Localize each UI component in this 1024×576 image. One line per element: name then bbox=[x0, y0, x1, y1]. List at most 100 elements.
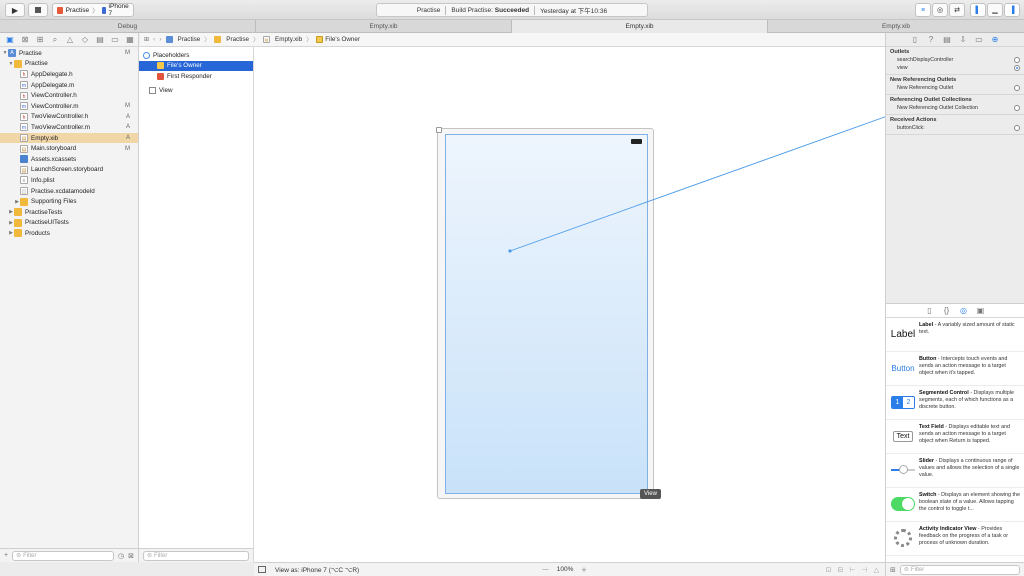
outline-filter-input[interactable]: ⊜ Filter bbox=[143, 550, 249, 561]
tree-item-file[interactable]: Assets.xcassets bbox=[0, 154, 138, 165]
right-panel-icon: ▐ bbox=[1009, 6, 1015, 14]
breadcrumb-group[interactable]: Practise bbox=[214, 36, 249, 43]
stack-icon[interactable]: ⊟ bbox=[838, 566, 844, 574]
report-icon[interactable]: ▦ bbox=[126, 35, 134, 44]
pin-icon[interactable]: ⊣ bbox=[862, 566, 868, 574]
device-frame[interactable] bbox=[436, 127, 654, 499]
tree-item-group[interactable]: ▶ Supporting Files bbox=[0, 196, 138, 207]
standard-editor-button[interactable]: ≡ bbox=[915, 3, 931, 17]
breadcrumb-object[interactable]: File's Owner bbox=[316, 36, 360, 43]
resolve-icon[interactable]: △ bbox=[874, 566, 879, 574]
library-filter-input[interactable]: ⊜ Filter bbox=[899, 564, 1020, 575]
assistant-editor-button[interactable]: ◎ bbox=[932, 3, 948, 17]
outline-placeholders[interactable]: Placeholders bbox=[139, 50, 253, 61]
connections-icon[interactable]: ⊕ bbox=[991, 35, 999, 44]
outline-first-responder[interactable]: First Responder bbox=[139, 71, 253, 82]
library-item-text-field[interactable]: Text Text Field - Displays editable text… bbox=[886, 420, 1024, 454]
modified-files-icon[interactable]: ⊠ bbox=[128, 552, 134, 560]
scheme-selector[interactable]: Practise 〉 iPhone 7 bbox=[52, 3, 134, 17]
tab-empty-xib-2[interactable]: Empty.xib bbox=[512, 20, 768, 33]
zoom-level[interactable]: 100% bbox=[557, 566, 574, 573]
breadcrumb-project[interactable]: Practise bbox=[165, 36, 200, 43]
connection-circle[interactable] bbox=[1014, 105, 1020, 111]
breakpoint-icon[interactable]: ▭ bbox=[111, 35, 119, 44]
symbol-icon[interactable]: ⊞ bbox=[36, 35, 44, 44]
plist-file-icon: ≡ bbox=[20, 176, 28, 185]
tree-item-file[interactable]: ◫ Practise.xcdatamodeld bbox=[0, 186, 138, 197]
library-item-activity-indicator[interactable]: Activity Indicator View - Provides feedb… bbox=[886, 522, 1024, 556]
tree-item-group[interactable]: ▶ Products bbox=[0, 228, 138, 239]
test-icon[interactable]: ◇ bbox=[81, 35, 89, 44]
align-icon[interactable]: ⊢ bbox=[849, 566, 855, 574]
search-icon[interactable]: ⌕ bbox=[51, 35, 59, 44]
tree-item-file[interactable]: m AppDelegate.m bbox=[0, 80, 138, 91]
library-item-label[interactable]: Label Label - A variably sized amount of… bbox=[886, 318, 1024, 352]
related-items-icon[interactable]: ⊞ bbox=[144, 36, 149, 43]
library-item-switch[interactable]: Switch - Displays an element showing the… bbox=[886, 488, 1024, 522]
resize-handle[interactable] bbox=[436, 127, 442, 133]
library-list: Label Label - A variably sized amount of… bbox=[886, 318, 1024, 556]
slider-thumbnail bbox=[890, 458, 916, 482]
size-icon[interactable]: ▭ bbox=[975, 35, 983, 44]
toggle-debug-button[interactable]: ▁ bbox=[987, 3, 1003, 17]
file-template-icon[interactable]: ▯ bbox=[926, 306, 934, 315]
tree-item-file[interactable]: m ViewController.m M bbox=[0, 101, 138, 112]
tree-item-group[interactable]: ▶ PractiseTests bbox=[0, 207, 138, 218]
tree-item-file[interactable]: m TwoViewController.m A bbox=[0, 122, 138, 133]
outline-files-owner[interactable]: File's Owner bbox=[139, 60, 253, 72]
connection-circle[interactable] bbox=[1014, 85, 1020, 91]
add-icon[interactable]: + bbox=[4, 552, 8, 559]
scheme-device: iPhone 7 bbox=[108, 3, 129, 17]
root-view[interactable] bbox=[445, 134, 648, 494]
tree-item-file[interactable]: h ViewController.h bbox=[0, 90, 138, 101]
tree-item-group[interactable]: ▶ PractiseUITests bbox=[0, 218, 138, 229]
stop-button[interactable] bbox=[28, 3, 48, 17]
debug-icon[interactable]: ▤ bbox=[96, 35, 104, 44]
tree-item-project[interactable]: ▼ A Practise M bbox=[0, 48, 138, 59]
code-snippet-icon[interactable]: {} bbox=[943, 306, 951, 315]
navigator-filter-input[interactable]: ⊜ Filter bbox=[12, 550, 115, 561]
connection-circle[interactable] bbox=[1014, 57, 1020, 63]
tab-bar: Debug Empty.xib Empty.xib Empty.xib bbox=[0, 20, 1024, 33]
embed-icon[interactable]: ⊡ bbox=[826, 566, 832, 574]
interface-builder-canvas[interactable]: View bbox=[254, 47, 885, 562]
grid-view-icon[interactable]: ⊞ bbox=[890, 566, 896, 574]
recent-files-icon[interactable]: ◷ bbox=[118, 552, 124, 560]
tab-empty-xib-3[interactable]: Empty.xib bbox=[768, 20, 1024, 33]
folder-icon[interactable]: ▣ bbox=[6, 35, 14, 44]
forward-icon[interactable]: › bbox=[159, 36, 161, 43]
object-library-icon[interactable]: ◎ bbox=[960, 306, 968, 315]
toggle-navigator-button[interactable]: ▌ bbox=[970, 3, 986, 17]
run-button[interactable]: ▶ bbox=[5, 3, 25, 17]
connection-circle-filled[interactable] bbox=[1014, 65, 1020, 71]
library-item-button[interactable]: Button Button - Intercepts touch events … bbox=[886, 352, 1024, 386]
outline-view[interactable]: View bbox=[139, 85, 253, 96]
attributes-icon[interactable]: ⇩ bbox=[959, 35, 967, 44]
file-icon[interactable]: ▯ bbox=[911, 35, 919, 44]
tree-item-file[interactable]: ▤ Main.storyboard M bbox=[0, 143, 138, 154]
source-control-icon[interactable]: ⊠ bbox=[21, 35, 29, 44]
tree-item-file[interactable]: h AppDelegate.h bbox=[0, 69, 138, 80]
tab-empty-xib-1[interactable]: Empty.xib bbox=[256, 20, 512, 33]
warning-icon[interactable]: △ bbox=[66, 35, 74, 44]
toggle-utilities-button[interactable]: ▐ bbox=[1004, 3, 1020, 17]
tree-item-group-practise[interactable]: ▼ Practise bbox=[0, 59, 138, 70]
media-library-icon[interactable]: ▣ bbox=[977, 306, 985, 315]
library-item-segmented-control[interactable]: 1 2 Segmented Control - Displays multipl… bbox=[886, 386, 1024, 420]
tree-item-file[interactable]: ▤ LaunchScreen.storyboard bbox=[0, 165, 138, 176]
tab-debug[interactable]: Debug bbox=[0, 20, 256, 33]
library-item-slider[interactable]: Slider - Displays a continuous range of … bbox=[886, 454, 1024, 488]
tree-item-file[interactable]: h TwoViewController.h A bbox=[0, 112, 138, 123]
tree-item-file-selected[interactable]: ▤ Empty.xib A bbox=[0, 132, 138, 144]
connection-circle[interactable] bbox=[1014, 125, 1020, 131]
identity-icon[interactable]: ▤ bbox=[943, 35, 951, 44]
zoom-in-button[interactable]: + bbox=[581, 565, 586, 575]
breadcrumb-file[interactable]: ▤ Empty.xib bbox=[263, 36, 302, 43]
zoom-out-button[interactable]: — bbox=[542, 566, 549, 573]
help-icon[interactable]: ? bbox=[927, 35, 935, 44]
outline-toggle-icon[interactable] bbox=[258, 566, 266, 573]
version-editor-button[interactable]: ⇄ bbox=[949, 3, 965, 17]
view-as-label[interactable]: View as: iPhone 7 (⌥C ⌥R) bbox=[275, 566, 359, 574]
back-icon[interactable]: ‹ bbox=[153, 36, 155, 43]
tree-item-file[interactable]: ≡ Info.plist bbox=[0, 175, 138, 186]
